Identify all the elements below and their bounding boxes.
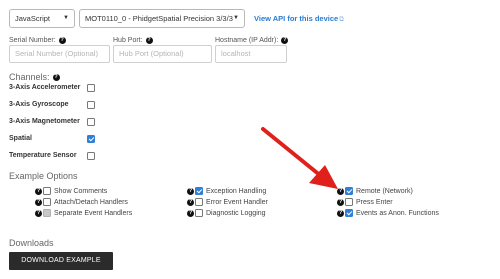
hub-port-label: Hub Port:?	[113, 37, 153, 44]
help-icon[interactable]: ?	[337, 209, 344, 217]
help-icon[interactable]: ?	[35, 209, 42, 217]
channel-label: Temperature Sensor	[9, 152, 77, 159]
option-label: Attach/Detach Handlers	[54, 198, 128, 206]
help-icon[interactable]: ?	[281, 37, 289, 44]
option-label: Separate Event Handlers	[54, 209, 133, 217]
view-api-link[interactable]: View API for this device⧉	[254, 14, 344, 24]
option-label: Error Event Handler	[206, 198, 268, 206]
help-icon[interactable]: ?	[187, 198, 194, 206]
option-checkbox[interactable]	[345, 198, 353, 206]
option-checkbox[interactable]	[195, 209, 203, 217]
option-remote-network[interactable]: ? Remote (Network)	[337, 187, 413, 195]
option-label: Diagnostic Logging	[206, 209, 266, 217]
channel-label: 3-Axis Magnetometer	[9, 118, 80, 125]
channel-checkbox-gyroscope[interactable]	[87, 101, 95, 109]
example-options-title: Example Options	[9, 171, 78, 181]
channels-title-text: Channels:	[9, 72, 50, 82]
view-api-link-label: View API for this device	[254, 14, 339, 23]
device-select-value: MOT0110_0 - PhidgetSpatial Precision 3/3…	[85, 14, 233, 23]
help-icon[interactable]: ?	[187, 187, 194, 195]
hostname-label-text: Hostname (IP Addr):	[215, 37, 279, 44]
chevron-down-icon: ▼	[233, 15, 239, 21]
option-checkbox[interactable]	[345, 187, 353, 195]
channel-label: Spatial	[9, 135, 32, 142]
option-label: Events as Anon. Functions	[356, 209, 439, 217]
channel-label: 3-Axis Gyroscope	[9, 101, 69, 108]
option-label: Remote (Network)	[356, 187, 413, 195]
download-example-button[interactable]: DOWNLOAD EXAMPLE	[9, 252, 113, 270]
hostname-input[interactable]: localhost	[215, 45, 287, 63]
red-arrow-annotation	[261, 127, 338, 189]
hub-port-input[interactable]: Hub Port (Optional)	[113, 45, 212, 63]
channels-title: Channels:?	[9, 72, 60, 82]
channel-checkbox-temperature[interactable]	[87, 152, 95, 160]
help-icon[interactable]: ?	[187, 209, 194, 217]
chevron-down-icon: ▼	[63, 15, 69, 21]
serial-number-label-text: Serial Number:	[9, 37, 56, 44]
option-checkbox[interactable]	[345, 209, 353, 217]
option-checkbox[interactable]	[43, 187, 51, 195]
option-checkbox	[43, 209, 51, 217]
help-icon[interactable]: ?	[145, 37, 153, 44]
option-error-event-handler[interactable]: ? Error Event Handler	[187, 198, 268, 206]
help-icon[interactable]: ?	[35, 198, 42, 206]
help-icon[interactable]: ?	[58, 37, 66, 44]
option-checkbox[interactable]	[195, 198, 203, 206]
language-select-value: JavaScript	[15, 14, 51, 23]
help-icon[interactable]: ?	[35, 187, 42, 195]
option-events-anon-functions[interactable]: ? Events as Anon. Functions	[337, 209, 439, 217]
channel-checkbox-spatial[interactable]	[87, 135, 95, 143]
external-link-icon: ⧉	[339, 16, 344, 23]
serial-number-label: Serial Number:?	[9, 37, 66, 44]
option-checkbox[interactable]	[195, 187, 203, 195]
hostname-label: Hostname (IP Addr):?	[215, 37, 289, 44]
option-press-enter[interactable]: ? Press Enter	[337, 198, 393, 206]
help-icon[interactable]: ?	[52, 73, 60, 81]
serial-number-input[interactable]: Serial Number (Optional)	[9, 45, 110, 63]
option-label: Show Comments	[54, 187, 108, 195]
option-checkbox[interactable]	[43, 198, 51, 206]
option-label: Press Enter	[356, 198, 393, 206]
device-select[interactable]: MOT0110_0 - PhidgetSpatial Precision 3/3…	[79, 9, 245, 28]
language-select[interactable]: JavaScript ▼	[9, 9, 75, 28]
option-diagnostic-logging[interactable]: ? Diagnostic Logging	[187, 209, 266, 217]
option-separate-event-handlers[interactable]: ? Separate Event Handlers	[35, 209, 132, 217]
channel-checkbox-accelerometer[interactable]	[87, 84, 95, 92]
channel-checkbox-magnetometer[interactable]	[87, 118, 95, 126]
option-show-comments[interactable]: ? Show Comments	[35, 187, 107, 195]
help-icon[interactable]: ?	[337, 198, 344, 206]
downloads-title: Downloads	[9, 238, 54, 248]
hub-port-label-text: Hub Port:	[113, 37, 143, 44]
option-attach-detach[interactable]: ? Attach/Detach Handlers	[35, 198, 128, 206]
channel-label: 3-Axis Accelerometer	[9, 84, 81, 91]
